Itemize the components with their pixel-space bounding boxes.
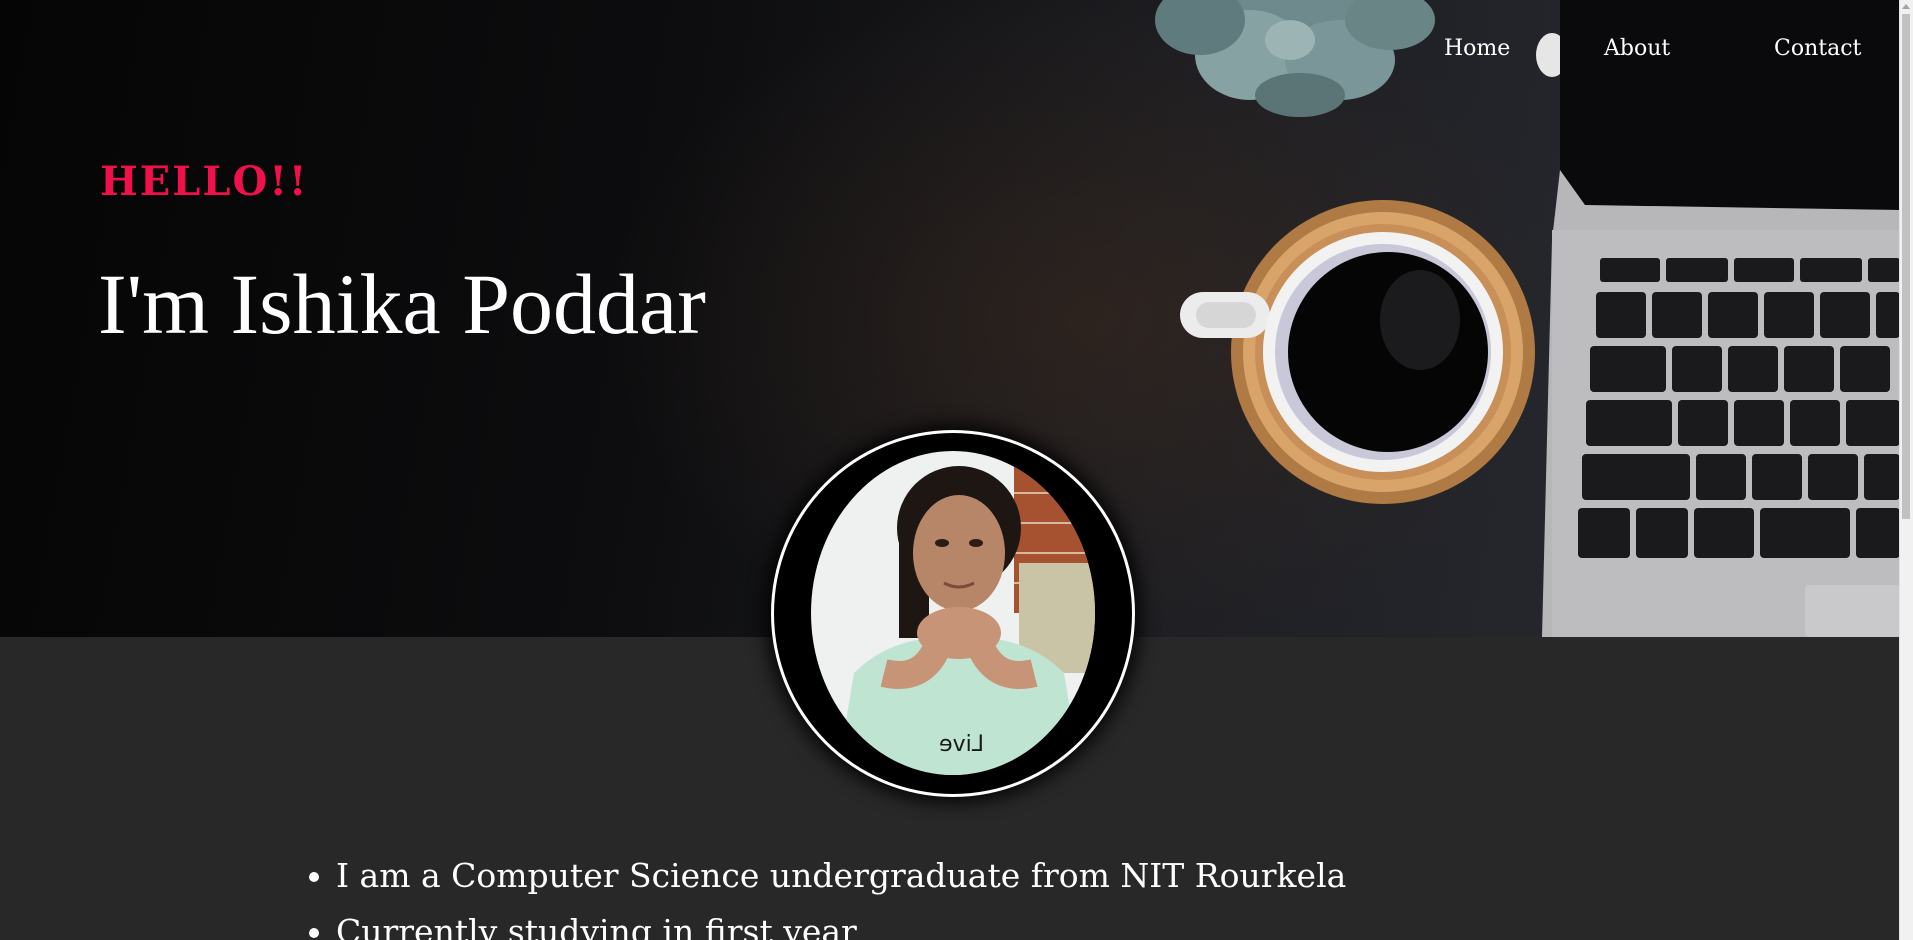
about-list: I am a Computer Science undergraduate fr…: [300, 848, 1346, 940]
scroll-up-arrow-icon[interactable]: [1902, 4, 1910, 9]
list-item: I am a Computer Science undergraduate fr…: [336, 848, 1346, 904]
scrollbar-thumb[interactable]: [1902, 14, 1910, 519]
nav-link-contact[interactable]: Contact: [1774, 36, 1861, 61]
top-nav: Home About Contact: [1300, 36, 1900, 66]
hero-name: I'm Ishika Poddar: [98, 256, 706, 352]
avatar: Live: [771, 430, 1135, 797]
hero-greeting: HELLO!!: [100, 158, 309, 205]
list-item: Currently studying in first year: [336, 904, 1346, 940]
nav-link-home[interactable]: Home: [1444, 36, 1510, 61]
nav-link-about[interactable]: About: [1604, 36, 1670, 61]
profile-photo-icon: Live: [811, 451, 1095, 775]
svg-text:Live: Live: [939, 732, 984, 757]
laptop-image: [1542, 0, 1900, 637]
page: Home About Contact HELLO!! I'm Ishika Po…: [0, 0, 1913, 940]
coffee-cup-image: [1180, 200, 1535, 504]
vertical-scrollbar[interactable]: [1899, 0, 1913, 940]
